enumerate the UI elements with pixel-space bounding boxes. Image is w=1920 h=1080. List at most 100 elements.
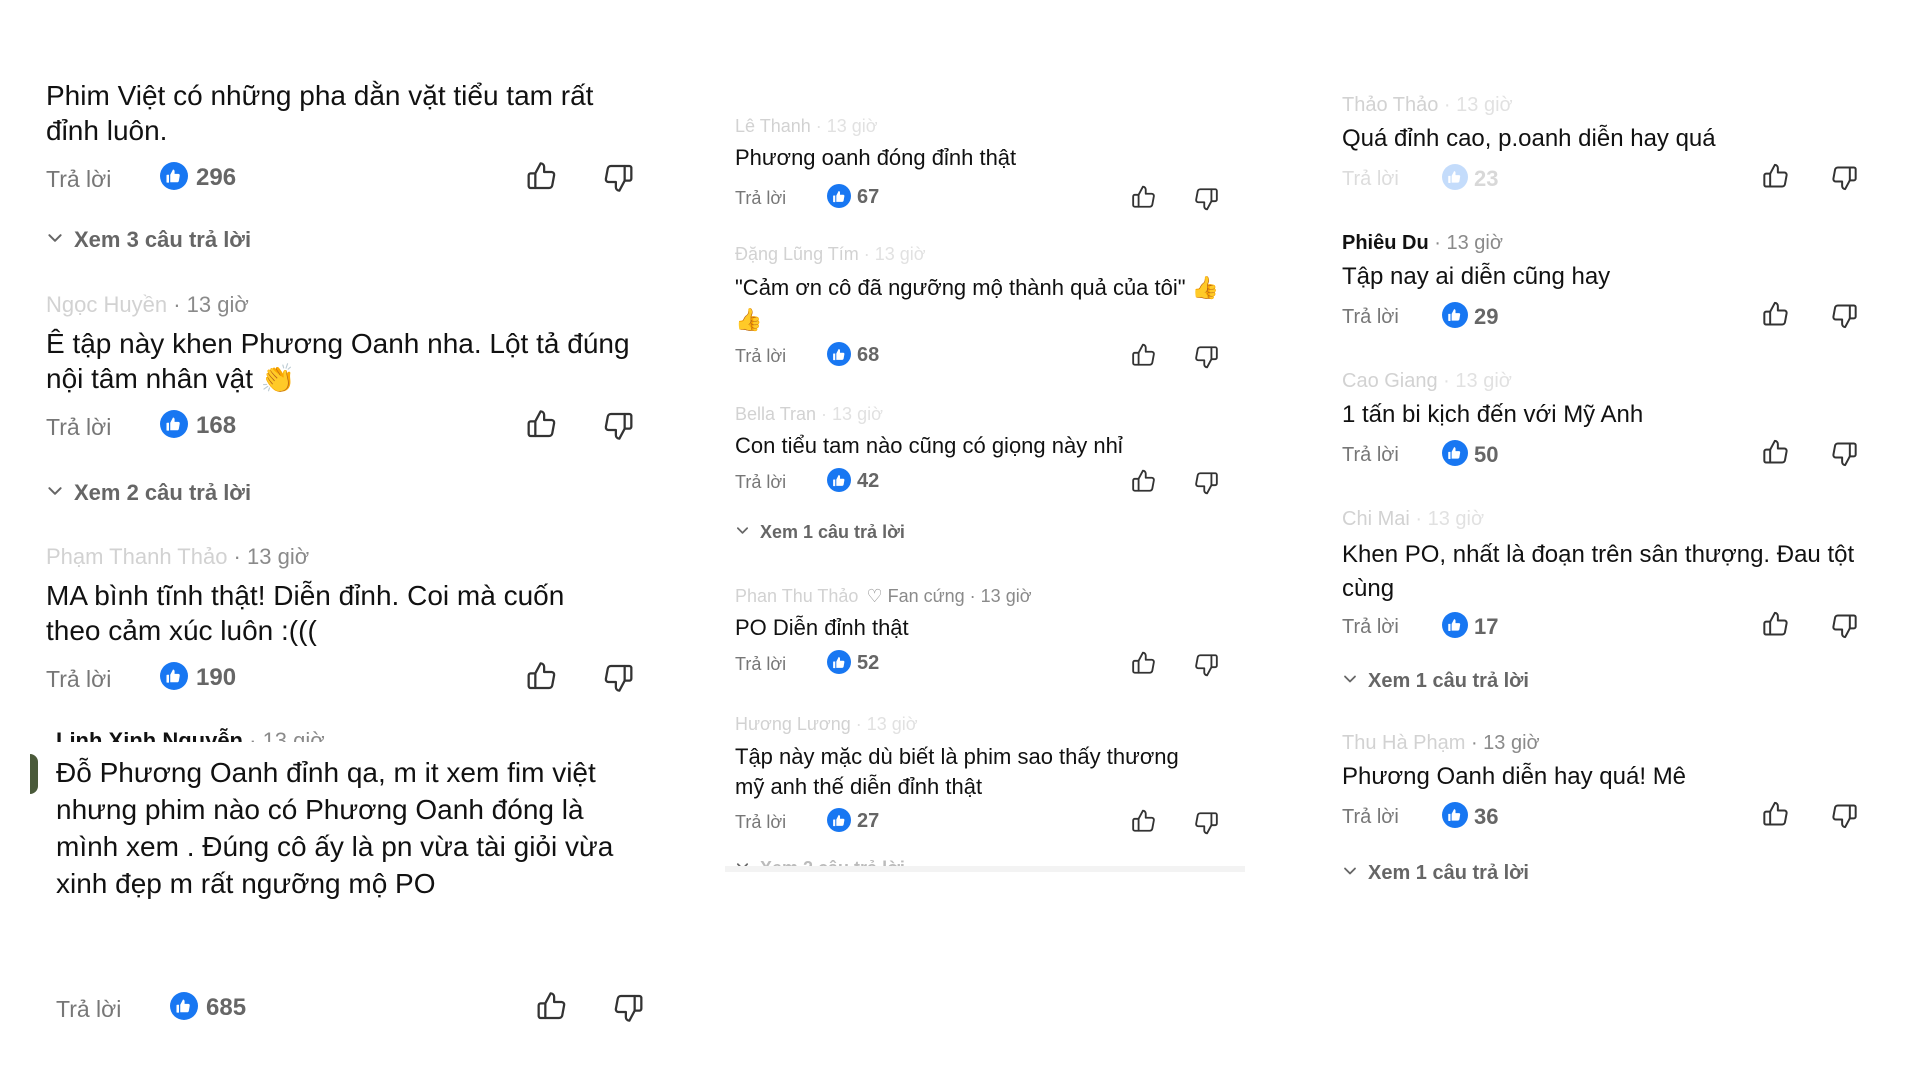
view-replies-button[interactable]: Xem 1 câu trả lời <box>1342 862 1529 885</box>
comment-author[interactable]: Chi Mai <box>1342 508 1410 530</box>
like-count: 36 <box>1474 804 1499 829</box>
right-comment-panel: Thảo Thảo · 13 giờ Quá đỉnh cao, p.oanh … <box>1342 90 1882 910</box>
like-count: 296 <box>196 164 237 191</box>
comment-author[interactable]: Thu Hà Phạm <box>1342 732 1465 754</box>
thumbs-up-outline-icon[interactable] <box>1762 438 1790 466</box>
thumbs-down-outline-icon[interactable] <box>1830 302 1858 330</box>
thumbs-down-outline-icon[interactable] <box>1193 652 1219 678</box>
thumbs-down-outline-icon[interactable] <box>1830 164 1858 192</box>
view-replies-button[interactable]: Xem 1 câu trả lời <box>1342 670 1529 693</box>
blue-like-icon <box>827 184 851 208</box>
comment-meta: Thu Hà Phạm · 13 giờ <box>1342 732 1540 754</box>
reply-button[interactable]: Trả lời <box>1342 306 1399 329</box>
reply-button[interactable]: Trả lời <box>735 346 786 367</box>
comment-text: Ê tập này khen Phương Oanh nha. Lột tả đ… <box>46 328 630 394</box>
blue-like-icon <box>827 342 851 366</box>
reply-button[interactable]: Trả lời <box>1342 616 1399 639</box>
thumbs-up-outline-icon[interactable] <box>1131 184 1157 210</box>
thumbs-up-outline-icon[interactable] <box>1131 342 1157 368</box>
thumbs-up-outline-icon[interactable] <box>1762 610 1790 638</box>
comment-time: 13 giờ <box>1446 232 1503 254</box>
comment-text: "Cảm ơn cô đã ngưỡng mộ thành quả của tô… <box>735 275 1220 332</box>
comment-author[interactable]: Phạm Thanh Thảo <box>46 544 227 569</box>
like-count: 685 <box>206 994 247 1021</box>
blue-like-icon <box>827 650 851 674</box>
fan-badge: ♡ Fan cứng <box>866 586 965 606</box>
comment-text: Quá đỉnh cao, p.oanh diễn hay quá <box>1342 125 1716 152</box>
comment-meta: Linh Xinh Nguyễn · 13 giờ <box>56 728 325 742</box>
reply-button[interactable]: Trả lời <box>735 188 786 209</box>
comment-item: Lê Thanh · 13 giờ Phương oanh đóng đỉnh … <box>735 110 1235 230</box>
view-replies-button[interactable]: Xem 2 câu trả lời <box>46 480 251 506</box>
thumbs-up-outline-icon[interactable] <box>1131 808 1157 834</box>
thumbs-down-outline-icon[interactable] <box>602 662 634 694</box>
thumbs-down-outline-icon[interactable] <box>612 992 644 1024</box>
comment-author[interactable]: Ngọc Huyền <box>46 292 167 317</box>
comment-meta: Phan Thu Thảo ♡ Fan cứng · 13 giờ <box>735 586 1032 606</box>
reply-button[interactable]: Trả lời <box>735 812 786 833</box>
thumbs-up-outline-icon[interactable] <box>536 990 568 1022</box>
reply-button[interactable]: Trả lời <box>56 996 121 1023</box>
thumbs-down-outline-icon[interactable] <box>1830 440 1858 468</box>
thumbs-down-outline-icon[interactable] <box>1830 802 1858 830</box>
comment-item: Linh Xinh Nguyễn · 13 giờ Đỗ Phương Oanh… <box>56 728 646 1036</box>
avatar[interactable] <box>30 754 38 794</box>
like-count: 27 <box>857 810 880 832</box>
thumbs-down-outline-icon[interactable] <box>1193 344 1219 370</box>
comment-author[interactable]: Hương Lương <box>735 714 851 734</box>
reply-button[interactable]: Trả lời <box>46 166 111 193</box>
comment-author[interactable]: Cao Giang <box>1342 370 1438 392</box>
thumbs-down-outline-icon[interactable] <box>602 410 634 442</box>
blue-like-icon <box>1442 302 1468 328</box>
reply-button[interactable]: Trả lời <box>735 654 786 675</box>
blue-like-icon <box>1442 440 1468 466</box>
reply-button[interactable]: Trả lời <box>1342 444 1399 467</box>
comment-item: Chi Mai · 13 giờ Khen PO, nhất là đoạn t… <box>1342 504 1882 654</box>
comment-item: Ngọc Huyền · 13 giờ Ê tập này khen Phươn… <box>46 292 646 462</box>
comment-author[interactable]: Lê Thanh <box>735 116 811 136</box>
view-replies-button[interactable]: Xem 3 câu trả lời <box>46 227 251 253</box>
reply-button[interactable]: Trả lời <box>1342 168 1399 191</box>
like-count: 50 <box>1474 442 1499 467</box>
comment-item: Phiêu Du · 13 giờ Tập nay ai diễn cũng h… <box>1342 228 1882 348</box>
reply-button[interactable]: Trả lời <box>46 666 111 693</box>
reply-button[interactable]: Trả lời <box>46 414 111 441</box>
comment-item: Bella Tran · 13 giờ Con tiểu tam nào cũn… <box>735 398 1235 518</box>
comment-item: Cao Giang · 13 giờ 1 tấn bi kịch đến với… <box>1342 366 1882 486</box>
thumbs-up-outline-icon[interactable] <box>526 160 558 192</box>
thumbs-up-outline-icon[interactable] <box>526 408 558 440</box>
comment-text: Phương Oanh diễn hay quá! Mê <box>1342 763 1687 790</box>
comment-text: Khen PO, nhất là đoạn trên sân thượng. Đ… <box>1342 541 1855 602</box>
blue-like-icon <box>1442 802 1468 828</box>
thumbs-down-outline-icon[interactable] <box>1193 470 1219 496</box>
like-count: 67 <box>857 186 880 208</box>
comment-author[interactable]: Linh Xinh Nguyễn <box>56 728 243 742</box>
comment-meta: Đặng Lũng Tím · 13 giờ <box>735 244 926 264</box>
comment-time: 13 giờ <box>186 292 249 317</box>
chevron-down-icon <box>735 523 750 538</box>
comment-text: Tập nay ai diễn cũng hay <box>1342 263 1611 290</box>
thumbs-up-outline-icon[interactable] <box>1762 800 1790 828</box>
thumbs-down-outline-icon[interactable] <box>1830 612 1858 640</box>
comment-author[interactable]: Phan Thu Thảo <box>735 586 858 606</box>
blue-like-icon <box>160 162 188 190</box>
thumbs-up-outline-icon[interactable] <box>1762 162 1790 190</box>
reply-button[interactable]: Trả lời <box>735 472 786 493</box>
thumbs-down-outline-icon[interactable] <box>1193 810 1219 836</box>
thumbs-down-outline-icon[interactable] <box>602 162 634 194</box>
thumbs-up-outline-icon[interactable] <box>1131 650 1157 676</box>
comment-author[interactable]: Đặng Lũng Tím <box>735 244 859 264</box>
comment-author[interactable]: Thảo Thảo <box>1342 94 1438 116</box>
blue-like-icon <box>827 808 851 832</box>
view-replies-button[interactable]: Xem 1 câu trả lời <box>735 522 905 543</box>
comment-time: 13 giờ <box>1483 732 1540 754</box>
thumbs-down-outline-icon[interactable] <box>1193 186 1219 212</box>
reply-button[interactable]: Trả lời <box>1342 806 1399 829</box>
thumbs-up-outline-icon[interactable] <box>526 660 558 692</box>
thumbs-up-outline-icon[interactable] <box>1131 468 1157 494</box>
like-count: 17 <box>1474 614 1499 639</box>
thumbs-up-outline-icon[interactable] <box>1762 300 1790 328</box>
comment-meta: Cao Giang · 13 giờ <box>1342 370 1512 392</box>
comment-author[interactable]: Phiêu Du <box>1342 232 1429 254</box>
comment-author[interactable]: Bella Tran <box>735 404 816 424</box>
